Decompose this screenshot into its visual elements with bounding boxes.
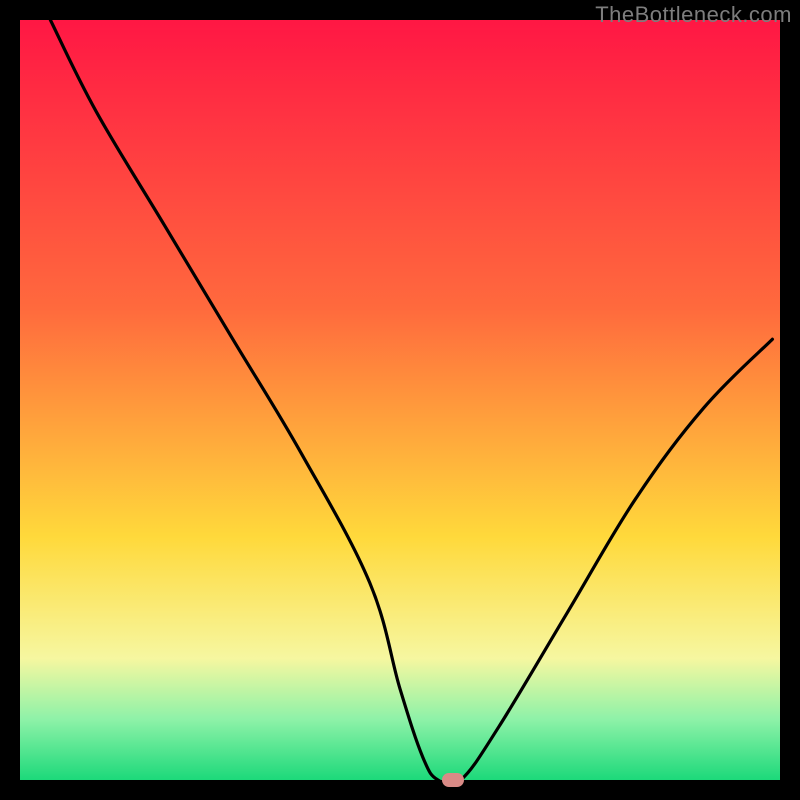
watermark-text: TheBottleneck.com (595, 2, 792, 28)
chart-frame: TheBottleneck.com (0, 0, 800, 800)
bottleneck-curve (20, 20, 780, 780)
plot-area (20, 20, 780, 780)
curve-path (50, 20, 772, 785)
optimum-marker (442, 773, 464, 787)
